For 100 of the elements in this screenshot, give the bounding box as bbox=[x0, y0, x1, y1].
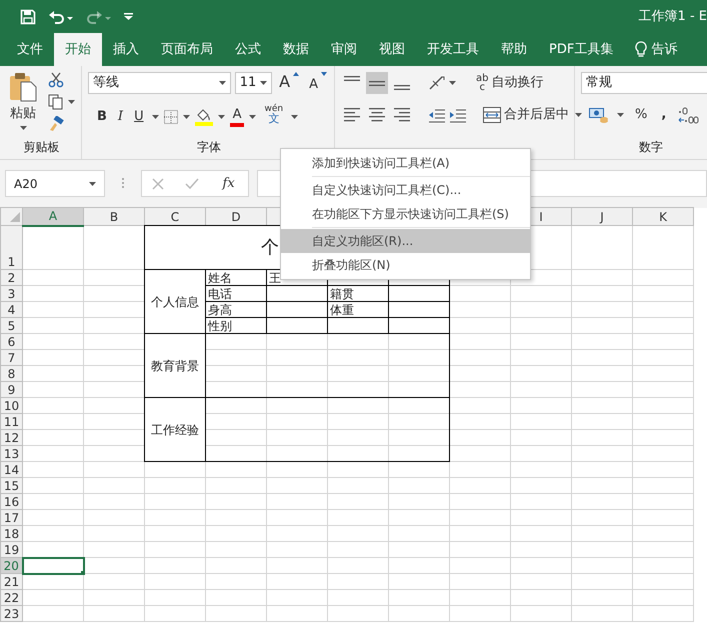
caret-icon[interactable] bbox=[218, 115, 225, 119]
caret-icon[interactable] bbox=[449, 81, 456, 85]
ribbon-tab[interactable]: 帮助 bbox=[490, 33, 538, 66]
column-header[interactable]: K bbox=[632, 208, 694, 226]
row-header[interactable]: 3 bbox=[0, 286, 22, 302]
fill-color-icon[interactable] bbox=[194, 108, 213, 126]
column-header[interactable]: A bbox=[22, 208, 84, 226]
caret-icon[interactable] bbox=[20, 126, 26, 130]
row-header[interactable]: 9 bbox=[0, 382, 22, 398]
ribbon-tab[interactable]: 告诉 bbox=[624, 33, 688, 66]
row-header[interactable]: 10 bbox=[0, 398, 22, 414]
row-header[interactable]: 22 bbox=[0, 590, 22, 606]
format-painter-icon[interactable] bbox=[48, 116, 64, 132]
row-header[interactable]: 8 bbox=[0, 366, 22, 382]
italic-button[interactable]: I bbox=[114, 106, 126, 128]
ribbon-tab[interactable]: 公式 bbox=[224, 33, 272, 66]
align-middle-button[interactable] bbox=[366, 72, 388, 94]
underline-button[interactable]: U bbox=[131, 106, 147, 128]
caret-icon[interactable] bbox=[68, 100, 75, 104]
row-header[interactable]: 16 bbox=[0, 494, 22, 510]
row-header[interactable]: 15 bbox=[0, 478, 22, 494]
row-header[interactable]: 7 bbox=[0, 350, 22, 366]
font-color-button[interactable]: A bbox=[230, 107, 244, 127]
row-header[interactable]: 18 bbox=[0, 526, 22, 542]
column-header[interactable]: C bbox=[144, 208, 206, 226]
currency-icon[interactable] bbox=[589, 107, 609, 123]
caret-icon[interactable] bbox=[260, 81, 268, 85]
customize-icon[interactable] bbox=[124, 12, 133, 20]
borders-icon[interactable] bbox=[164, 110, 178, 124]
percent-button[interactable]: % bbox=[632, 104, 650, 126]
row-header[interactable]: 21 bbox=[0, 574, 22, 590]
insert-function-button[interactable]: fx bbox=[220, 172, 238, 194]
caret-icon[interactable] bbox=[291, 115, 298, 119]
caret-icon[interactable] bbox=[575, 113, 582, 117]
row-header[interactable]: 11 bbox=[0, 414, 22, 430]
table-cell: 籍贯 bbox=[328, 286, 388, 302]
column-header[interactable]: B bbox=[84, 208, 144, 226]
undo-icon[interactable] bbox=[48, 8, 74, 24]
decrease-font-button[interactable]: A bbox=[306, 72, 330, 94]
row-header[interactable]: 14 bbox=[0, 462, 22, 478]
table-cell: 性别 bbox=[206, 318, 266, 334]
ribbon-tab[interactable]: 页面布局 bbox=[150, 33, 224, 66]
column-header[interactable]: D bbox=[206, 208, 266, 226]
row-header[interactable]: 1 bbox=[0, 226, 22, 270]
orientation-icon[interactable] bbox=[428, 75, 446, 91]
merge-cells-icon bbox=[483, 107, 501, 123]
copy-icon[interactable] bbox=[48, 94, 64, 110]
group-label: 字体 bbox=[196, 139, 222, 156]
font-size-field[interactable]: 11 bbox=[234, 72, 272, 94]
scissors-icon[interactable] bbox=[48, 72, 64, 88]
row-header[interactable]: 17 bbox=[0, 510, 22, 526]
increase-font-button[interactable]: A bbox=[276, 72, 302, 94]
row-header[interactable]: 20 bbox=[0, 558, 22, 574]
caret-icon[interactable] bbox=[152, 115, 159, 119]
menu-item[interactable]: 自定义功能区(R)... bbox=[281, 229, 530, 253]
row-header[interactable]: 4 bbox=[0, 302, 22, 318]
decrease-indent-icon[interactable] bbox=[428, 107, 446, 123]
row-header[interactable]: 19 bbox=[0, 542, 22, 558]
phonetic-button[interactable]: wén 文 bbox=[261, 104, 286, 130]
name-box[interactable]: A20 bbox=[5, 170, 105, 197]
merge-center-button[interactable]: 合并后居中 bbox=[480, 104, 572, 126]
column-header[interactable]: J bbox=[572, 208, 632, 226]
caret-icon[interactable] bbox=[249, 115, 256, 119]
row-header[interactable]: 23 bbox=[0, 606, 22, 622]
ribbon-tab[interactable]: 文件 bbox=[6, 33, 54, 66]
checkmark-icon[interactable] bbox=[184, 178, 199, 190]
bold-button[interactable]: B bbox=[94, 106, 110, 128]
menu-item[interactable]: 自定义快速访问工具栏(C)... bbox=[281, 178, 530, 202]
group-label: 剪贴板 bbox=[22, 139, 60, 156]
ribbon-tab[interactable]: 开始 bbox=[54, 33, 102, 66]
row-header[interactable]: 5 bbox=[0, 318, 22, 334]
lightbulb-icon bbox=[635, 41, 648, 58]
align-left-icon bbox=[344, 108, 360, 122]
caret-icon[interactable] bbox=[218, 81, 226, 85]
caret-icon[interactable] bbox=[182, 115, 190, 119]
ribbon-tab[interactable]: 开发工具 bbox=[416, 33, 490, 66]
caret-icon[interactable] bbox=[89, 182, 96, 186]
row-header[interactable]: 13 bbox=[0, 446, 22, 462]
ribbon-tab[interactable]: 审阅 bbox=[320, 33, 368, 66]
ribbon-tab[interactable]: 视图 bbox=[368, 33, 416, 66]
menu-item[interactable]: 添加到快速访问工具栏(A) bbox=[281, 151, 530, 175]
caret-icon[interactable] bbox=[617, 113, 624, 117]
ribbon-tab[interactable]: 插入 bbox=[102, 33, 150, 66]
table-cell: 姓名 bbox=[206, 270, 266, 286]
comma-button[interactable]: , bbox=[658, 104, 670, 126]
number-format-field[interactable]: 常规 bbox=[581, 72, 707, 94]
align-top-icon bbox=[344, 76, 360, 81]
window-title: 工作簿1 - E bbox=[638, 8, 707, 26]
increase-indent-icon[interactable] bbox=[449, 107, 467, 123]
align-center-icon bbox=[369, 108, 385, 122]
ribbon-tab[interactable]: 数据 bbox=[272, 33, 320, 66]
clipboard-icon bbox=[9, 72, 37, 102]
ribbon-tab[interactable]: PDF工具集 bbox=[538, 33, 624, 66]
paste-button[interactable]: 粘贴 bbox=[6, 72, 40, 134]
row-header[interactable]: 6 bbox=[0, 334, 22, 350]
save-icon[interactable] bbox=[20, 8, 36, 24]
increase-decimal-icon[interactable] bbox=[677, 106, 700, 124]
row-header[interactable]: 2 bbox=[0, 270, 22, 286]
row-header[interactable]: 12 bbox=[0, 430, 22, 446]
font-name-field[interactable]: 等线 bbox=[88, 72, 231, 94]
